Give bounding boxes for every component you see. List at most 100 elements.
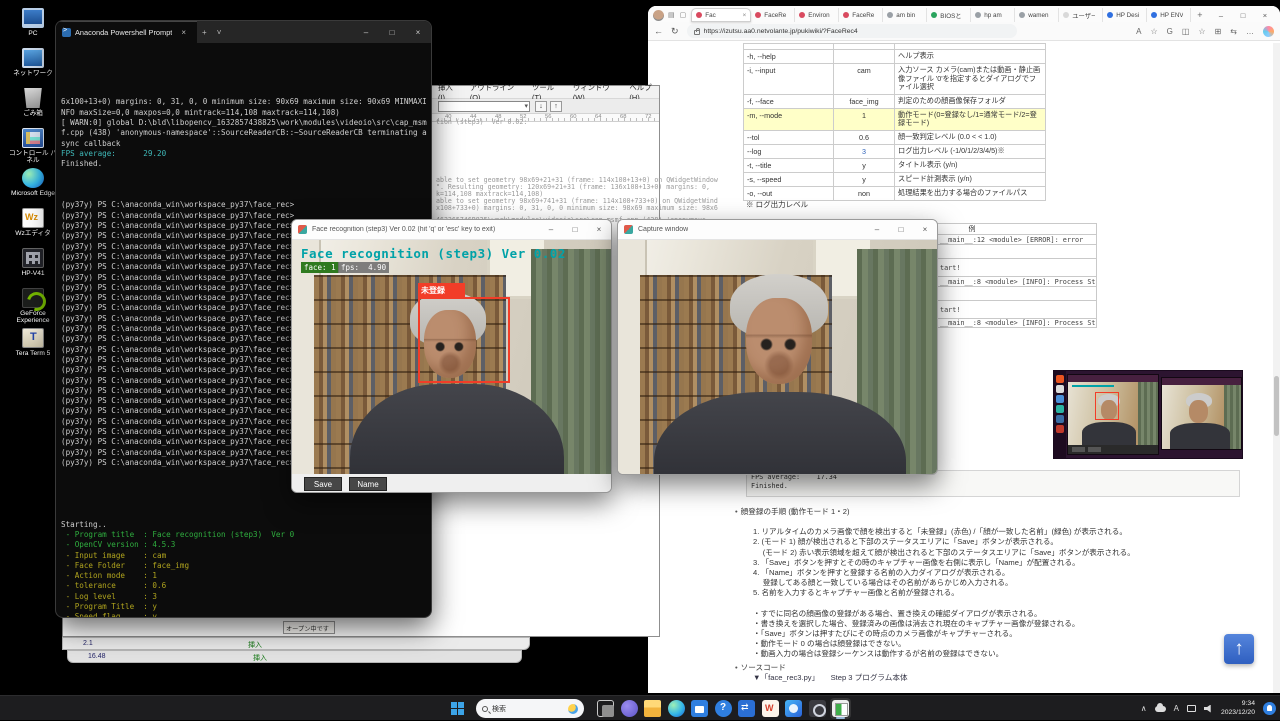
close-button[interactable]: ×	[1254, 8, 1276, 22]
tab-label: HP Desi	[1116, 12, 1139, 19]
toolbar-icon[interactable]: ☆	[1198, 27, 1205, 36]
close-button[interactable]: ×	[405, 21, 431, 43]
scrollbar-thumb[interactable]	[1274, 376, 1279, 436]
tab-label: FaceRe	[764, 12, 786, 19]
maximize-button[interactable]: □	[1232, 8, 1254, 22]
search-up-button[interactable]: ↑	[550, 101, 562, 112]
workspaces-icon[interactable]: ▤	[668, 11, 675, 19]
terminal-titlebar[interactable]: Anaconda Powershell Prompt × + ˅ – □ ×	[56, 21, 431, 43]
maximize-button[interactable]: □	[563, 220, 587, 240]
minimize-button[interactable]: –	[353, 21, 379, 43]
tab-dropdown-icon[interactable]: ˅	[212, 28, 227, 37]
taskbar-app-wmerge[interactable]	[760, 698, 781, 719]
toolbar-icon[interactable]: …	[1246, 27, 1254, 36]
taskbar-app-edge[interactable]	[666, 698, 687, 719]
taskbar-app-photos[interactable]	[783, 698, 804, 719]
taskbar-app-remote[interactable]	[736, 698, 757, 719]
toolbar-icon[interactable]: ⇆	[1230, 27, 1237, 36]
ruler-number: 72	[645, 114, 651, 120]
browser-tab[interactable]: Environ	[795, 8, 839, 22]
source-file-link[interactable]: ▼「face_rec3.py」 Step 3 プログラム本体	[753, 673, 1235, 683]
terminal-line: - Speed flag : y	[61, 612, 427, 617]
address-bar[interactable]: https://izutsu.aa0.netvolante.jp/pukiwik…	[687, 24, 1017, 38]
taskbar-search[interactable]: 検索	[476, 699, 584, 718]
close-button[interactable]: ×	[587, 220, 611, 240]
browser-tab[interactable]: wamen	[1015, 8, 1059, 22]
back-button[interactable]: ←	[654, 26, 663, 36]
new-tab-button[interactable]: +	[197, 28, 212, 37]
desktop-icon[interactable]: Tera Term 5	[6, 328, 60, 365]
new-tab-button[interactable]: +	[1191, 10, 1208, 20]
procedure-step: 登録してある顔と一致している場合はその名前があらかじめ入力される。	[753, 578, 1235, 588]
taskbar-app-pyapp[interactable]	[830, 698, 851, 719]
toolbar-icon[interactable]: ⊞	[1215, 27, 1222, 36]
toolbar-icon[interactable]: A	[1136, 27, 1141, 36]
maximize-button[interactable]: □	[379, 21, 405, 43]
toolbar-icon[interactable]: ◫	[1182, 27, 1190, 36]
window-titlebar[interactable]: Face recognition (step3) Ver 0.02 (hit '…	[292, 220, 611, 240]
url-text[interactable]: https://izutsu.aa0.netvolante.jp/pukiwik…	[704, 28, 858, 35]
scrollbar[interactable]	[1273, 43, 1280, 693]
search-down-button[interactable]: ↓	[535, 101, 547, 112]
toolbar-icon[interactable]: G	[1167, 27, 1173, 36]
browser-tab[interactable]: HP Desi	[1103, 8, 1147, 22]
browser-tab[interactable]: FaceRe	[839, 8, 883, 22]
window-titlebar[interactable]: Capture window – □ ×	[618, 220, 937, 240]
desktop-icon[interactable]: PC	[6, 8, 60, 45]
toolbar-icon[interactable]: ☆	[1150, 27, 1157, 36]
display-icon[interactable]	[1187, 705, 1196, 712]
desktop-icon-label: PC	[28, 30, 37, 37]
tab-close-icon[interactable]: ×	[176, 28, 191, 37]
desktop-icon[interactable]: ネットワーク	[6, 48, 60, 85]
taskbar: 検索 ∧ A 9:34 2023/12/20	[0, 695, 1280, 720]
maximize-button[interactable]: □	[889, 220, 913, 240]
desktop-icon[interactable]: ごみ箱	[6, 88, 60, 125]
desktop-icon[interactable]: GeForce Experience	[6, 288, 60, 325]
name-button[interactable]: Name	[349, 477, 387, 491]
browser-tab[interactable]: hp am	[971, 8, 1015, 22]
option-cell: -h, --help	[744, 50, 834, 63]
speaker-icon[interactable]	[1204, 705, 1213, 713]
profile-avatar[interactable]	[653, 10, 664, 21]
desktop-icon[interactable]: コントロール パネル	[6, 128, 60, 165]
face-box-label: 未登録	[418, 283, 465, 297]
tray-chevron-icon[interactable]: ∧	[1141, 704, 1147, 713]
taskbar-app-explorer[interactable]	[642, 698, 663, 719]
page-top-button[interactable]: ↑	[1224, 634, 1254, 664]
desktop-icon[interactable]: HP-V41	[6, 248, 60, 285]
copilot-icon[interactable]	[1263, 26, 1274, 37]
refresh-button[interactable]: ↻	[671, 26, 679, 37]
save-button[interactable]: Save	[304, 477, 342, 491]
browser-tab[interactable]: HP ENV	[1147, 8, 1191, 22]
browser-tab[interactable]: am bin	[883, 8, 927, 22]
desktop-icon-label: Tera Term 5	[16, 350, 51, 357]
close-button[interactable]: ×	[913, 220, 937, 240]
browser-tab[interactable]: Fac ×	[691, 8, 751, 22]
ime-indicator[interactable]: A	[1174, 704, 1179, 713]
tab-favicon	[843, 12, 849, 18]
desktop-icon[interactable]: Wzエディタ	[6, 208, 60, 245]
taskbar-app-taskview[interactable]	[595, 698, 616, 719]
desktop-icon[interactable]: Microsoft Edge	[6, 168, 60, 205]
editor-search-combo[interactable]	[438, 101, 530, 112]
minimize-button[interactable]: –	[865, 220, 889, 240]
browser-tab[interactable]: FaceRe	[751, 8, 795, 22]
taskbar-app-help[interactable]	[713, 698, 734, 719]
taskbar-app-store[interactable]	[689, 698, 710, 719]
minimize-button[interactable]: –	[539, 220, 563, 240]
taskbar-app-chat[interactable]	[619, 698, 640, 719]
browser-tab[interactable]: ユーザー	[1059, 8, 1103, 22]
tab-actions-icon[interactable]: ▢	[680, 11, 687, 19]
clock[interactable]: 9:34 2023/12/20	[1221, 700, 1255, 717]
start-button[interactable]	[447, 698, 468, 719]
minimize-button[interactable]: –	[1210, 8, 1232, 22]
tab-close-icon[interactable]: ×	[742, 12, 746, 19]
tab-favicon	[696, 12, 702, 18]
terminal-tab[interactable]: Anaconda Powershell Prompt ×	[56, 21, 197, 43]
taskbar-app-lens[interactable]	[807, 698, 828, 719]
notification-icon[interactable]	[1263, 702, 1276, 715]
embedded-screenshot	[1053, 370, 1243, 459]
onedrive-icon[interactable]	[1155, 706, 1166, 712]
browser-tab[interactable]: BIOSと	[927, 8, 971, 22]
lock-icon	[694, 30, 700, 35]
